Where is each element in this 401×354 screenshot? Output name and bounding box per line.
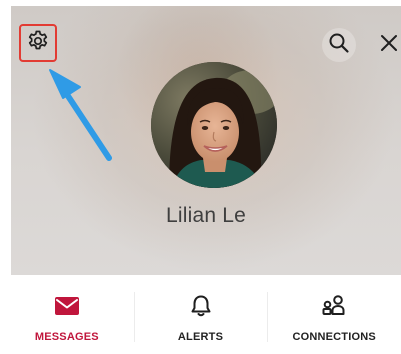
bell-icon [187, 294, 215, 318]
avatar-photo [151, 62, 277, 188]
people-icon [320, 294, 348, 318]
profile-name: Lilian Le [165, 204, 247, 227]
tab-label-messages: MESSAGES [34, 331, 99, 343]
settings-button[interactable] [19, 24, 57, 62]
profile-header: Lilian Le [11, 6, 401, 275]
search-icon [327, 31, 351, 60]
tab-messages[interactable]: MESSAGES [0, 286, 134, 350]
tab-label-alerts: ALERTS [177, 331, 224, 343]
close-icon [377, 31, 401, 60]
envelope-icon [53, 294, 81, 318]
tab-label-connections: CONNECTIONS [292, 331, 376, 343]
close-button[interactable] [372, 28, 401, 62]
search-button[interactable] [322, 28, 356, 62]
bottom-tab-bar: MESSAGES ALERTS CONNECTIONS [0, 286, 401, 350]
gear-icon [26, 29, 50, 58]
avatar[interactable] [151, 62, 277, 188]
tab-connections[interactable]: CONNECTIONS [267, 286, 401, 350]
tab-alerts[interactable]: ALERTS [133, 286, 268, 350]
profile-screen: Lilian Le MESSAGES ALERTS CONNECTIONS [0, 0, 401, 354]
